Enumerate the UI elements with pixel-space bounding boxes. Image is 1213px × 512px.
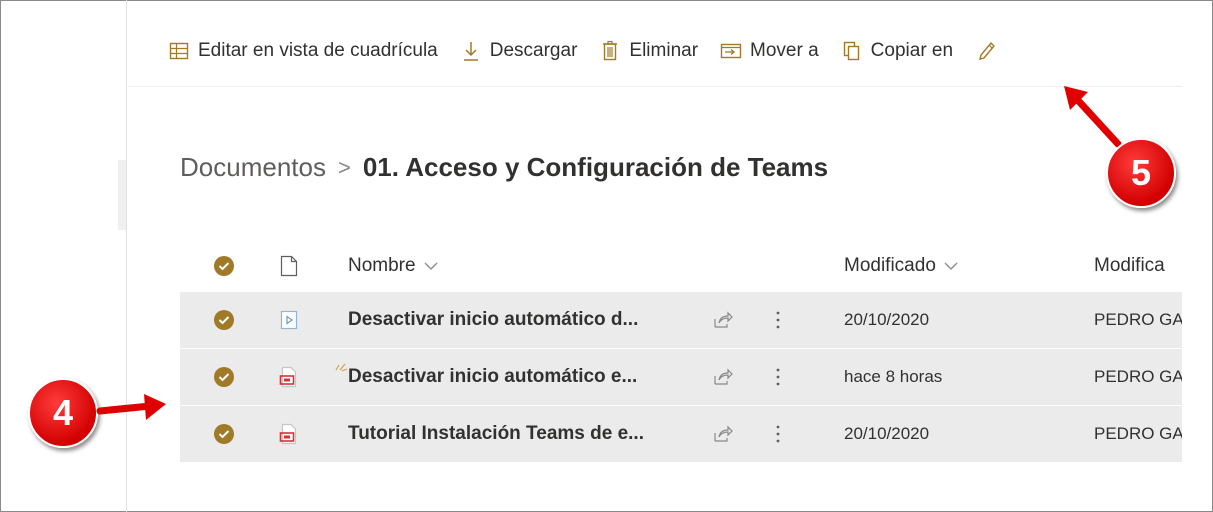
new-item-icon <box>334 359 348 377</box>
modified-date: 20/10/2020 <box>844 424 930 443</box>
download-icon <box>460 40 482 62</box>
left-nav-divider <box>126 0 127 512</box>
row-checkbox[interactable] <box>214 424 234 444</box>
annotation-badge-5: 5 <box>1106 138 1176 208</box>
column-header-modified-label: Modificado <box>844 255 936 276</box>
move-icon <box>720 40 742 62</box>
command-bar-divider <box>128 86 1182 87</box>
share-icon[interactable] <box>712 366 734 388</box>
edit-grid-view-button[interactable]: Editar en vista de cuadrícula <box>168 40 438 62</box>
copy-to-button[interactable]: Copiar en <box>841 40 953 62</box>
rename-button[interactable] <box>975 40 1005 62</box>
download-button[interactable]: Descargar <box>460 40 578 62</box>
list-header: Nombre Modificado Modifica <box>180 240 1182 292</box>
copy-to-label: Copiar en <box>870 40 954 61</box>
move-to-button[interactable]: Mover a <box>720 40 819 62</box>
modified-date: 20/10/2020 <box>844 310 930 329</box>
column-header-name-label: Nombre <box>348 255 416 276</box>
checkmark-icon <box>218 373 230 382</box>
table-row[interactable]: Desactivar inicio automático d... 20/10/… <box>180 292 1182 349</box>
column-header-modified-by[interactable]: Modifica <box>1094 255 1182 277</box>
share-icon[interactable] <box>712 309 734 331</box>
more-options-icon[interactable] <box>768 421 788 447</box>
table-row[interactable]: Desactivar inicio automático e... hace 8… <box>180 349 1182 406</box>
column-header-modified[interactable]: Modificado <box>844 255 958 277</box>
row-checkbox[interactable] <box>214 367 234 387</box>
annotation-badge-4: 4 <box>28 378 98 448</box>
row-checkbox[interactable] <box>214 310 234 330</box>
modified-by: PEDRO GA <box>1094 367 1182 386</box>
annotation-arrow-5 <box>1064 86 1122 148</box>
modified-date: hace 8 horas <box>844 367 943 386</box>
move-to-label: Mover a <box>750 40 819 61</box>
modified-by: PEDRO GA <box>1094 424 1182 443</box>
column-header-name[interactable]: Nombre <box>348 255 438 277</box>
annotation-arrow-4 <box>96 394 166 420</box>
pdf-file-icon <box>278 364 300 390</box>
breadcrumb-separator: > <box>337 154 351 180</box>
chevron-down-icon <box>424 262 438 270</box>
checkmark-icon <box>218 316 230 325</box>
modified-by: PEDRO GA <box>1094 310 1182 329</box>
copy-icon <box>841 40 863 62</box>
left-nav-scroll-marker <box>118 160 126 230</box>
table-row[interactable]: Tutorial Instalación Teams de e... 20/10… <box>180 406 1182 463</box>
grid-icon <box>168 40 190 62</box>
select-all-checkbox[interactable] <box>214 256 234 276</box>
pencil-icon <box>975 40 997 62</box>
command-bar: Editar en vista de cuadrícula Descargar … <box>168 28 1027 74</box>
more-options-icon[interactable] <box>768 307 788 333</box>
file-name[interactable]: Tutorial Instalación Teams de e... <box>348 423 644 445</box>
video-file-icon <box>278 307 300 333</box>
chevron-down-icon <box>944 262 958 270</box>
breadcrumb: Documentos > 01. Acceso y Configuración … <box>180 152 828 183</box>
file-type-column-icon <box>278 253 300 279</box>
breadcrumb-root-link[interactable]: Documentos <box>180 152 326 183</box>
checkmark-icon <box>218 262 230 271</box>
more-options-icon[interactable] <box>768 364 788 390</box>
delete-label: Eliminar <box>629 40 699 61</box>
delete-button[interactable]: Eliminar <box>599 40 698 62</box>
trash-icon <box>599 40 621 62</box>
file-name[interactable]: Desactivar inicio automático e... <box>348 366 637 388</box>
download-label: Descargar <box>489 40 578 61</box>
edit-grid-view-label: Editar en vista de cuadrícula <box>198 40 438 61</box>
share-icon[interactable] <box>712 423 734 445</box>
file-list: Nombre Modificado Modifica Desactivar in… <box>180 240 1182 463</box>
pdf-file-icon <box>278 421 300 447</box>
file-name[interactable]: Desactivar inicio automático d... <box>348 309 638 331</box>
checkmark-icon <box>218 430 230 439</box>
breadcrumb-current-folder: 01. Acceso y Configuración de Teams <box>362 152 829 182</box>
